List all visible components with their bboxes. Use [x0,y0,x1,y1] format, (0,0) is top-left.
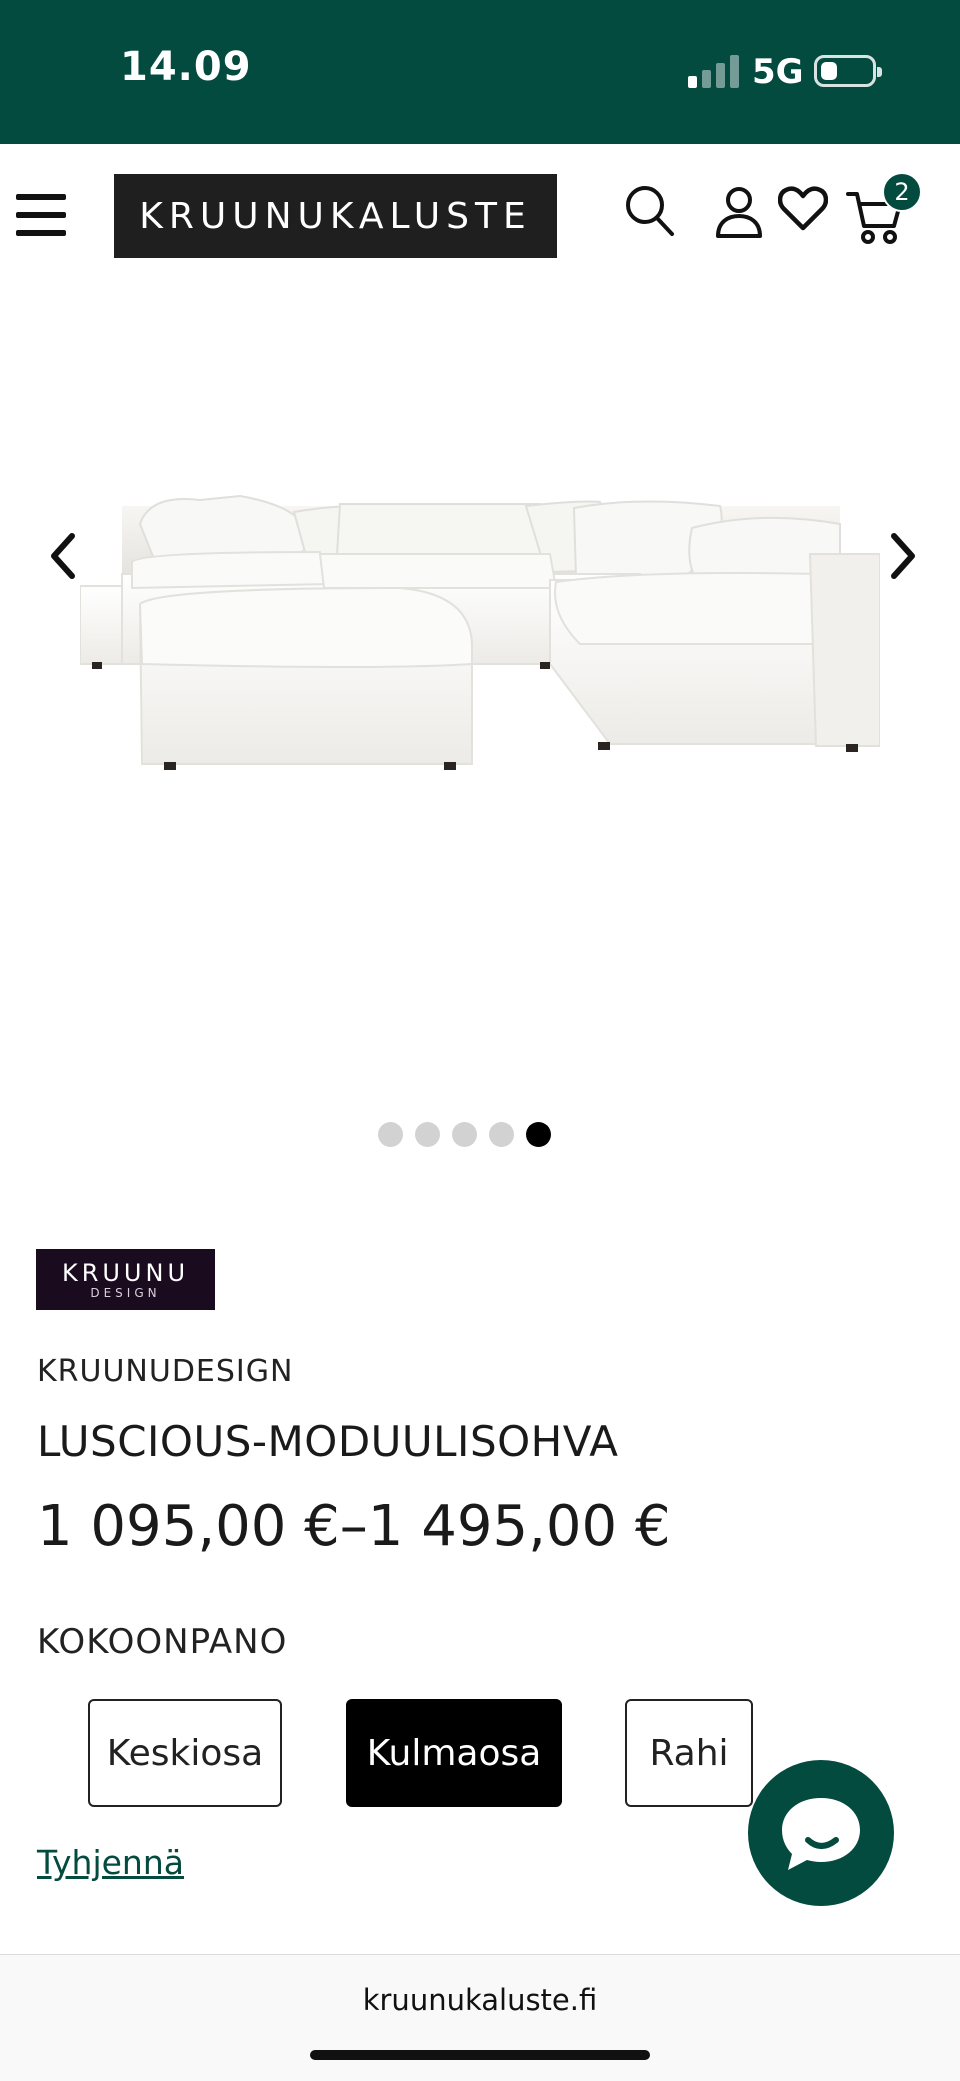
product-title: LUSCIOUS-MODUULISOHVA [37,1417,619,1466]
home-indicator[interactable] [310,2050,650,2060]
brand-logo-line2: DESIGN [90,1285,161,1300]
search-icon[interactable] [624,184,676,240]
gallery-dot-active[interactable] [526,1122,551,1147]
network-type: 5G [752,52,804,92]
product-image-gallery[interactable] [0,284,960,1164]
url-text: kruunukaluste.fi [362,1983,598,2017]
heart-icon[interactable] [778,186,828,232]
option-keskiosa-button[interactable]: Keskiosa [88,1699,282,1807]
site-header: KRUUNUKALUSTE 2 [0,144,960,284]
brand-logo[interactable]: KRUUNU DESIGN [36,1249,215,1310]
chat-button[interactable] [748,1760,894,1906]
gallery-dot[interactable] [452,1122,477,1147]
brand-logo-line1: KRUUNU [61,1258,190,1287]
status-time: 14.09 [120,44,252,90]
site-logo[interactable]: KRUUNUKALUSTE [114,174,557,258]
user-icon[interactable] [714,186,764,240]
battery-icon [814,55,882,87]
cellular-signal-icon [688,54,740,88]
clear-selection-link[interactable]: Tyhjennä [37,1843,184,1882]
product-image [80,494,880,770]
browser-url-bar[interactable]: kruunukaluste.fi [0,1954,960,2081]
status-bar: 14.09 5G [0,0,960,144]
hamburger-menu-icon[interactable] [16,192,68,236]
chat-bubble-icon [782,1798,860,1870]
gallery-dots [378,1122,551,1150]
gallery-dot[interactable] [489,1122,514,1147]
option-label: KOKOONPANO [37,1622,288,1662]
option-rahi-button[interactable]: Rahi [625,1699,753,1807]
gallery-dot[interactable] [415,1122,440,1147]
cart-count-badge[interactable]: 2 [882,172,922,212]
brand-name[interactable]: KRUUNUDESIGN [37,1354,293,1389]
option-kulmaosa-button[interactable]: Kulmaosa [346,1699,562,1807]
gallery-dot[interactable] [378,1122,403,1147]
price-range: 1 095,00 €–1 495,00 € [37,1494,671,1559]
chevron-right-icon[interactable] [876,526,926,586]
